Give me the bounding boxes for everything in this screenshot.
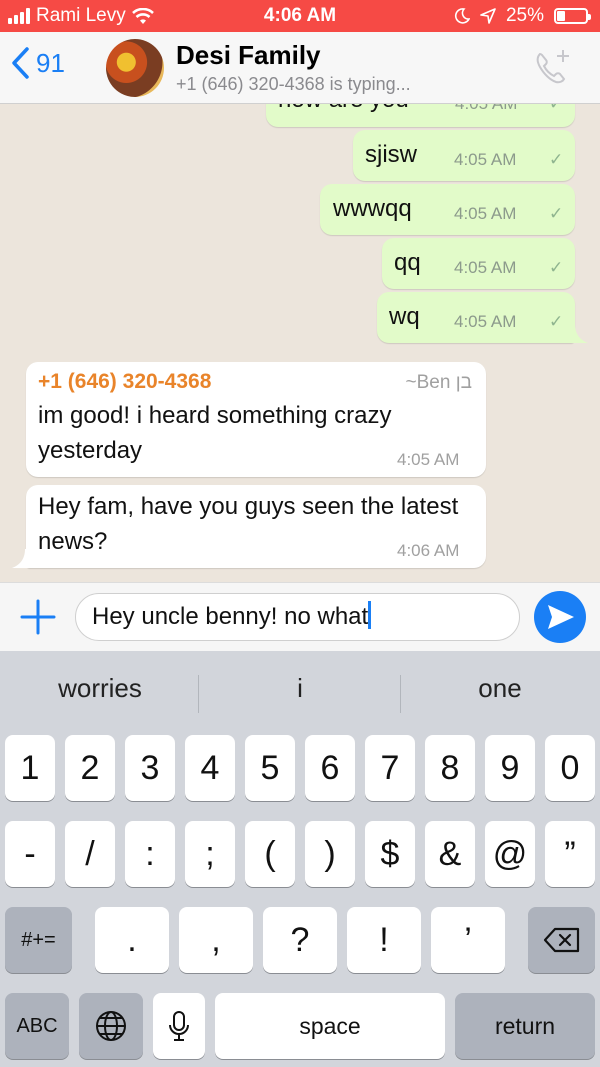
suggestion-bar: worries i one [0,651,600,737]
outgoing-message[interactable]: sjisw 4:05 AM ✓ [353,130,575,181]
key[interactable]: 0 [545,735,595,801]
chevron-left-icon [12,47,29,79]
key[interactable]: ( [245,821,295,887]
message-time: 4:06 AM [397,541,460,560]
message-text: how are you [278,104,409,114]
key[interactable]: 8 [425,735,475,801]
key[interactable]: @ [485,821,535,887]
return-key[interactable]: return [455,993,595,1059]
check-icon: ✓ [549,204,564,223]
text-cursor [368,601,372,629]
suggestion-item[interactable]: i [200,673,400,704]
bubble-tail [570,324,588,343]
check-icon: ✓ [549,104,563,114]
chat-title[interactable]: Desi Family [176,40,321,71]
key[interactable]: $ [365,821,415,887]
back-button[interactable]: 91 [10,46,65,80]
typing-status: +1 (646) 320-4368 is typing... [176,74,411,94]
outgoing-message[interactable]: wwwqq 4:05 AM ✓ [320,184,575,235]
location-arrow-icon [480,8,496,24]
group-avatar[interactable] [106,39,164,97]
backspace-key[interactable] [528,907,595,973]
plus-icon[interactable] [18,597,58,637]
draft-text: Hey uncle benny! no what [92,603,369,630]
outgoing-message[interactable]: qq 4:05 AM ✓ [382,238,575,289]
message-time: 4:05 AM [454,258,517,277]
key[interactable]: 6 [305,735,355,801]
outgoing-message[interactable]: how are you 4:05 AM ✓ [266,104,575,127]
key[interactable]: & [425,821,475,887]
check-icon: ✓ [549,150,564,169]
key[interactable]: 5 [245,735,295,801]
key[interactable]: ) [305,821,355,887]
battery-icon [554,8,591,24]
message-text: wq [389,303,420,330]
sender-name: +1 (646) 320-4368 [38,370,212,393]
key[interactable]: 7 [365,735,415,801]
key[interactable]: ’ [431,907,505,973]
key[interactable]: / [65,821,115,887]
space-key[interactable]: space [215,993,445,1059]
keyboard: worries i one 1 2 3 4 5 6 7 8 9 0 - / : … [0,651,600,1067]
message-time: 4:05 AM [397,450,460,469]
send-icon [548,605,574,629]
incoming-message[interactable]: +1 (646) 320-4368 ~Ben בן im good! i hea… [26,362,486,477]
send-button[interactable] [534,591,586,643]
key[interactable]: ! [347,907,421,973]
status-bar: Rami Levy 4:06 AM 25% [0,0,600,32]
moon-icon [454,8,470,24]
unread-count: 91 [36,47,65,78]
suggestion-item[interactable]: one [400,673,600,704]
message-time: 4:05 AM [454,150,517,169]
backspace-icon [543,927,579,953]
battery-percent: 25% [505,5,544,26]
abc-key[interactable]: ABC [5,993,69,1059]
outgoing-message[interactable]: wq 4:05 AM ✓ [377,292,575,343]
key[interactable]: ; [185,821,235,887]
bubble-tail [12,549,30,568]
key[interactable]: 1 [5,735,55,801]
key[interactable]: , [179,907,253,973]
key[interactable]: 3 [125,735,175,801]
message-text: wwwqq [333,195,412,222]
suggestion-divider [198,675,199,713]
check-icon: ✓ [549,258,564,277]
key[interactable]: ? [263,907,337,973]
chat-header: 91 Desi Family +1 (646) 320-4368 is typi… [0,32,600,104]
sender-alias: ~Ben בן [405,372,473,393]
key[interactable]: 2 [65,735,115,801]
key[interactable]: . [95,907,169,973]
add-call-button[interactable] [530,46,574,90]
globe-key[interactable] [79,993,143,1059]
incoming-message[interactable]: Hey fam, have you guys seen the latest n… [26,485,486,568]
message-text: qq [394,249,421,276]
microphone-icon [169,1011,189,1041]
key[interactable]: : [125,821,175,887]
globe-icon [96,1011,126,1041]
message-time: 4:05 AM [454,204,517,223]
composer-bar: Hey uncle benny! no what [0,582,600,651]
message-input[interactable]: Hey uncle benny! no what [75,593,520,641]
key[interactable]: 4 [185,735,235,801]
message-list[interactable]: how are you 4:05 AM ✓ sjisw 4:05 AM ✓ ww… [0,104,600,582]
message-text: sjisw [365,141,417,168]
key[interactable]: 9 [485,735,535,801]
key[interactable]: - [5,821,55,887]
check-icon: ✓ [549,312,564,331]
suggestion-item[interactable]: worries [0,673,200,704]
symbols-key[interactable]: #+= [5,907,72,973]
message-time: 4:05 AM [455,104,517,114]
key[interactable]: ” [545,821,595,887]
dictation-key[interactable] [153,993,205,1059]
message-time: 4:05 AM [454,312,517,331]
